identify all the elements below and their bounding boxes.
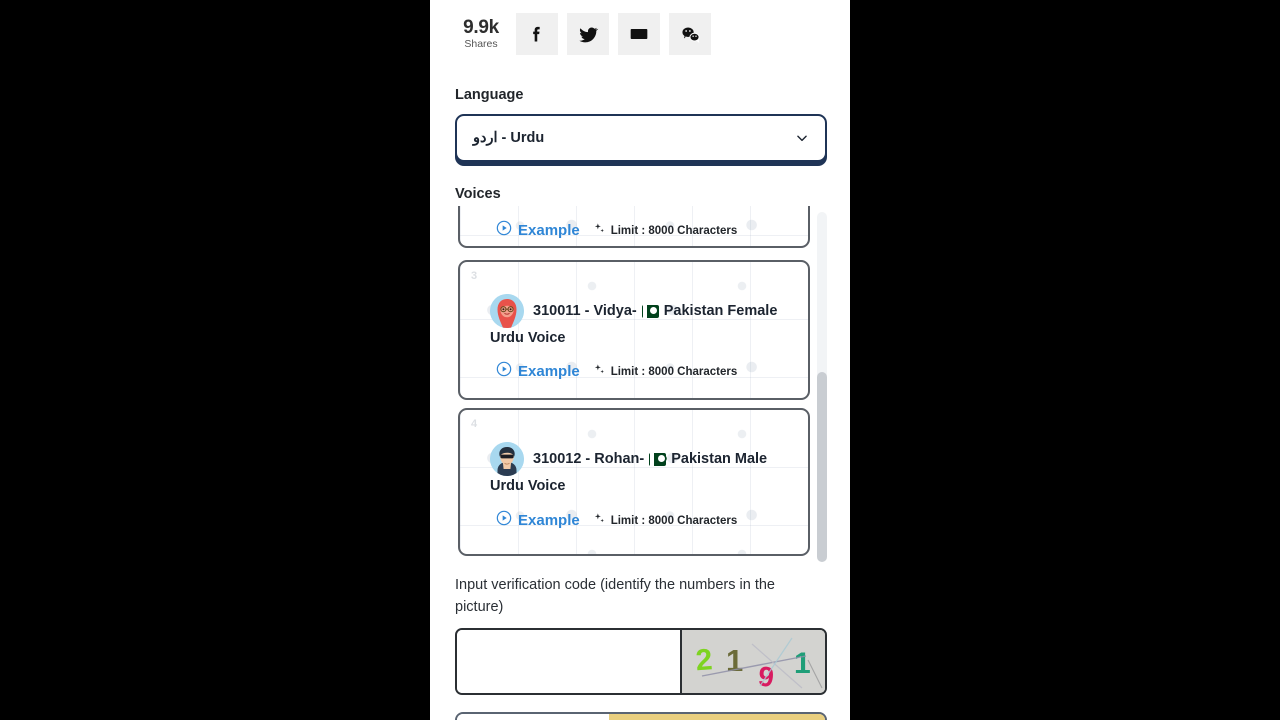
mobile-page: 9.9k Shares Language اردو - Urdu Voices … [430, 0, 850, 720]
voices-list: Example Limit : 8000 Characters 3 310011… [455, 206, 827, 562]
screen: 9.9k Shares Language اردو - Urdu Voices … [0, 0, 1280, 720]
sparkle-icon [593, 363, 606, 381]
svg-text:1: 1 [726, 643, 743, 678]
limit-row: Limit : 8000 Characters [593, 222, 738, 240]
circle-play-icon [496, 361, 512, 382]
sparkle-icon [593, 222, 606, 240]
example-label: Example [518, 222, 580, 239]
voice-name: 310012 - Rohan- Pakistan Male [533, 451, 767, 467]
card-index: 3 [471, 270, 478, 282]
card-index: 4 [471, 418, 478, 430]
twitter-icon [578, 24, 599, 45]
share-bar: 9.9k Shares [455, 13, 711, 55]
voices-label: Voices [455, 186, 501, 202]
circle-play-icon [496, 510, 512, 531]
avatar-male-sunglasses [490, 442, 524, 476]
share-button-wechat[interactable] [669, 13, 711, 55]
voice-id-name: 310011 - Vidya- [533, 303, 637, 319]
circle-play-icon [496, 220, 512, 241]
share-button-email[interactable] [618, 13, 660, 55]
share-button-facebook[interactable] [516, 13, 558, 55]
voice-country-gender: Pakistan Male [671, 451, 768, 467]
bottom-action-row[interactable] [455, 712, 827, 720]
language-label: Language [455, 87, 524, 103]
share-count-label: Shares [464, 37, 498, 50]
voice-subtitle: Urdu Voice [490, 330, 566, 346]
captcha-input[interactable] [457, 630, 680, 693]
captcha-label: Input verification code (identify the nu… [455, 577, 775, 615]
share-count: 9.9k Shares [455, 18, 507, 50]
email-icon [629, 24, 649, 44]
example-play-button[interactable]: Example [496, 220, 580, 241]
chevron-down-icon [795, 131, 809, 145]
limit-label: Limit : 8000 Characters [610, 224, 738, 237]
bottom-row-highlight[interactable] [609, 714, 825, 720]
voice-title-row: 310011 - Vidya- Pakistan Female [490, 294, 796, 328]
limit-row: Limit : 8000 Characters [593, 363, 738, 381]
voice-card[interactable]: 4 310012 - Rohan- Pakistan Male Urdu Voi… [458, 408, 810, 556]
share-count-value: 9.9k [463, 17, 499, 39]
limit-label: Limit : 8000 Characters [610, 514, 738, 527]
wechat-icon [680, 24, 701, 45]
avatar-female-hijab [490, 294, 524, 328]
voice-id-name: 310012 - Rohan- [533, 451, 645, 467]
svg-text:1: 1 [794, 647, 811, 680]
example-label: Example [518, 512, 580, 529]
captcha-image[interactable]: 2 1 9 1 [680, 630, 825, 693]
voice-name: 310011 - Vidya- Pakistan Female [533, 303, 777, 319]
voice-card[interactable]: Example Limit : 8000 Characters [458, 206, 810, 248]
bottom-row-left[interactable] [457, 714, 609, 720]
svg-text:2: 2 [695, 643, 714, 677]
language-select-value: اردو - Urdu [473, 130, 545, 146]
voice-card[interactable]: 3 310011 - Vidya- Pakistan Female Urdu V… [458, 260, 810, 400]
share-button-twitter[interactable] [567, 13, 609, 55]
voices-viewport[interactable]: Example Limit : 8000 Characters 3 310011… [455, 206, 813, 556]
example-play-button[interactable]: Example [496, 510, 580, 531]
voice-title-row: 310012 - Rohan- Pakistan Male [490, 442, 796, 476]
voice-country-gender: Pakistan Female [663, 303, 778, 319]
language-select-wrap: اردو - Urdu [455, 114, 827, 166]
example-row: Example Limit : 8000 Characters [496, 510, 737, 531]
example-row: Example Limit : 8000 Characters [496, 361, 737, 382]
voices-scrollbar-thumb[interactable] [817, 372, 827, 562]
sparkle-icon [593, 512, 606, 530]
limit-row: Limit : 8000 Characters [593, 512, 738, 530]
captcha-row: 2 1 9 1 [455, 628, 827, 695]
facebook-icon [527, 24, 547, 44]
voices-scrollbar-track[interactable] [817, 212, 827, 562]
language-select[interactable]: اردو - Urdu [455, 114, 827, 162]
example-label: Example [518, 363, 580, 380]
example-play-button[interactable]: Example [496, 361, 580, 382]
voice-subtitle: Urdu Voice [490, 478, 566, 494]
example-row: Example Limit : 8000 Characters [496, 220, 737, 241]
limit-label: Limit : 8000 Characters [610, 365, 738, 378]
flag-pakistan-icon [641, 304, 659, 318]
flag-pakistan-icon [649, 452, 667, 466]
